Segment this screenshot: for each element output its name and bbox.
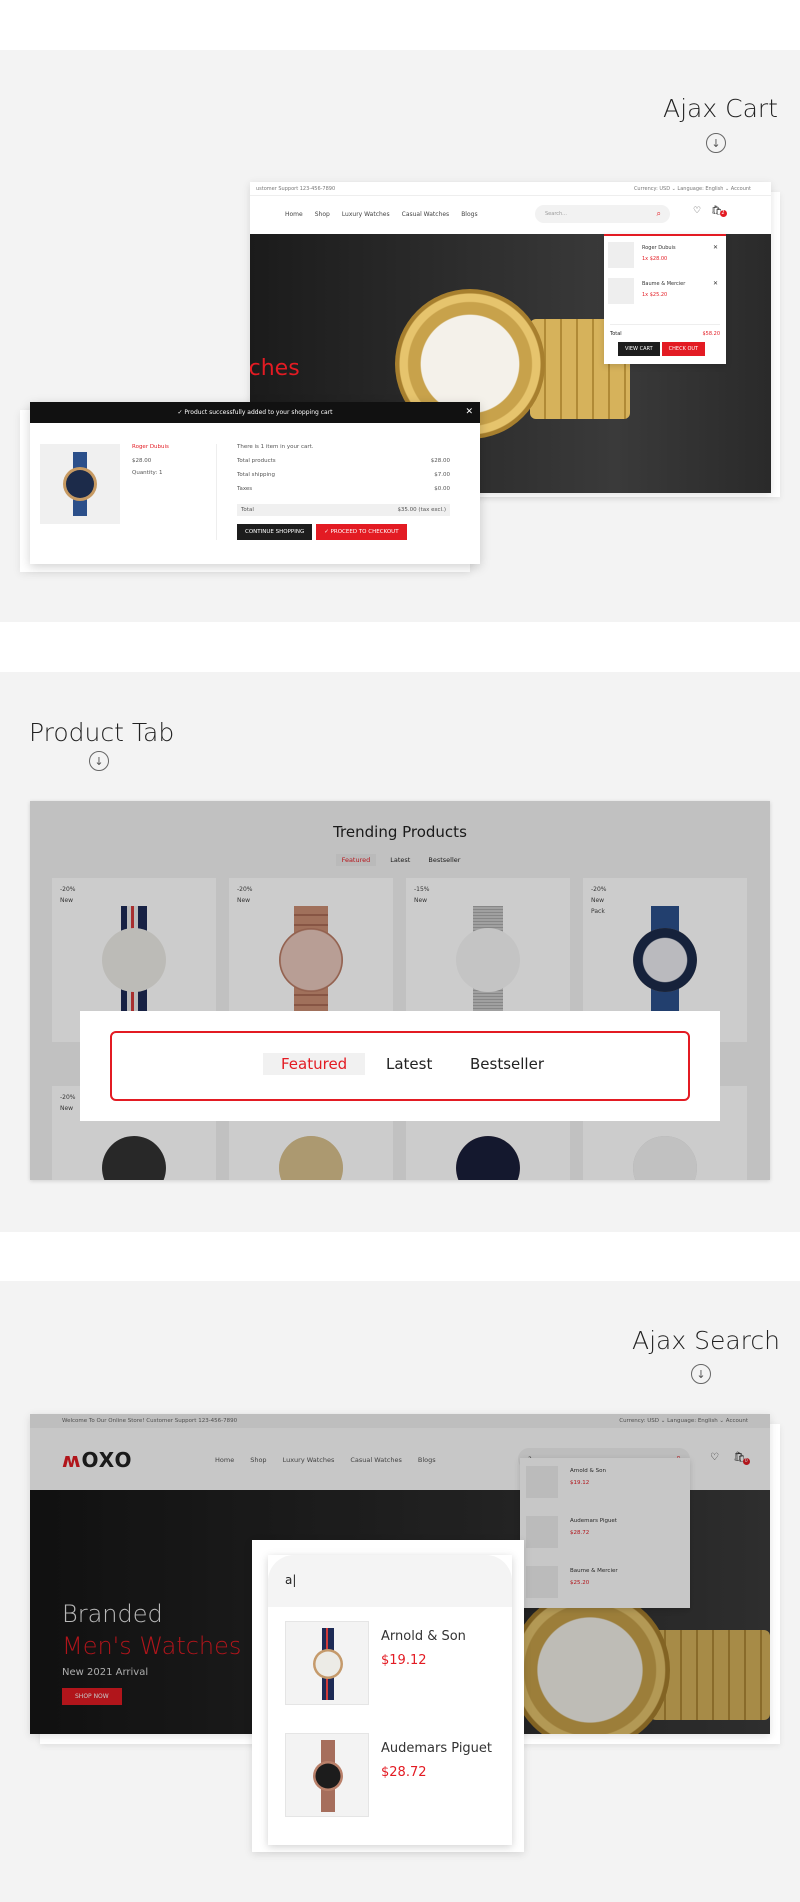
watch-icon [313,1628,343,1700]
total-value: $58.20 [702,331,721,337]
topbar-settings[interactable]: Currency: USD ⌄ Language: English ⌄ Acco… [634,186,751,192]
modal-header: ✓ Product successfully added to your sho… [30,402,480,423]
checkout-button[interactable]: CHECK OUT [661,342,706,356]
tab-bestseller-zoom[interactable]: Bestseller [470,1055,544,1073]
search-input[interactable]: Search... ⌕ [535,205,670,223]
product-price: $28.00 [132,458,152,464]
view-cart-button[interactable]: VIEW CART [618,342,660,356]
cart-summary-text: There is 1 item in your cart. [237,444,314,450]
tab-latest-zoom[interactable]: Latest [386,1055,432,1073]
row-label: Total products [237,458,276,464]
added-to-cart-modal: ✓ Product successfully added to your sho… [30,402,480,564]
product-tab-screenshot: Trending Products Featured Latest Bestse… [30,801,770,1180]
result-name: Audemars Piguet [381,1741,493,1756]
product-thumbnail [285,1733,369,1817]
search-zoom-panel: a| Arnold & Son $19.12 Audemars Piguet $… [268,1555,512,1845]
total-value: $35.00 (tax excl.) [397,507,446,513]
row-label: Taxes [237,486,253,492]
item-price: 1x $25.20 [642,292,668,298]
support-text: ustomer Support 123-456-7890 [256,186,336,192]
remove-icon[interactable]: ✕ [713,280,718,287]
mini-cart-item: Roger Dubuis 1x $28.00 ✕ [608,242,720,272]
search-result[interactable]: Audemars Piguet $28.72 [285,1733,505,1823]
nav-shop[interactable]: Shop [315,211,330,218]
continue-shopping-button[interactable]: CONTINUE SHOPPING [237,524,313,540]
cart-icon[interactable]: 🛍 2 [711,206,727,217]
ajax-cart-title: Ajax Cart [663,94,778,123]
product-quantity: Quantity: 1 [132,470,163,476]
row-value: $0.00 [434,486,450,492]
modal-product-info: Roger Dubuis $28.00 Quantity: 1 [132,444,169,482]
modal-summary: There is 1 item in your cart. Total prod… [216,444,450,540]
summary-row: Total shipping $7.00 [237,472,450,486]
result-name: Arnold & Son [381,1629,466,1644]
watch-icon [63,452,97,516]
product-thumbnail[interactable] [608,278,634,304]
proceed-checkout-button[interactable]: ✓ PROCEED TO CHECKOUT [316,524,407,540]
watch-icon [313,1740,343,1812]
summary-row: Taxes $0.00 [237,486,450,500]
arrow-down-circle-icon: ↓ [691,1364,711,1384]
nav-home[interactable]: Home [285,211,303,218]
item-name[interactable]: Roger Dubuis [642,245,676,251]
heart-icon[interactable]: ♡ [693,206,701,216]
product-thumbnail[interactable] [608,242,634,268]
item-name[interactable]: Baume & Mercier [642,281,685,287]
row-value: $28.00 [430,458,450,464]
modal-header-text: Product successfully added to your shopp… [184,409,333,416]
mini-cart-item: Baume & Mercier 1x $25.20 ✕ [608,278,720,308]
nav-blogs[interactable]: Blogs [461,211,477,218]
search-query: a| [285,1573,297,1587]
summary-row: Total products $28.00 [237,458,450,472]
mini-cart-total: Total $58.20 [610,324,720,337]
search-result[interactable]: Arnold & Son $19.12 [285,1621,505,1711]
nav-luxury[interactable]: Luxury Watches [342,211,390,218]
search-placeholder: Search... [545,211,567,217]
ajax-search-title: Ajax Search [632,1326,780,1355]
row-value: $7.00 [434,472,450,478]
arrow-down-circle-icon: ↓ [706,133,726,153]
close-icon[interactable]: ✕ [465,402,473,423]
summary-total: Total $35.00 (tax excl.) [237,504,450,516]
product-thumbnail [285,1621,369,1705]
total-label: Total [241,507,254,513]
dim-overlay [30,801,770,1180]
product-tab-title: Product Tab [29,718,175,747]
result-price: $19.12 [381,1653,427,1668]
remove-icon[interactable]: ✕ [713,244,718,251]
header-icons: ♡ 🛍 2 [693,206,727,217]
topbar: ustomer Support 123-456-7890 Currency: U… [250,182,771,196]
hero-title-fragment: tches [250,356,300,381]
product-name: Roger Dubuis [132,444,169,450]
cart-count-badge: 2 [719,210,727,217]
result-price: $28.72 [381,1765,427,1780]
total-label: Total [610,331,622,337]
proceed-label: PROCEED TO CHECKOUT [330,529,399,535]
item-price: 1x $28.00 [642,256,668,262]
search-icon[interactable]: ⌕ [657,209,661,219]
row-label: Total shipping [237,472,275,478]
mini-cart-dropdown: Roger Dubuis 1x $28.00 ✕ Baume & Mercier… [604,234,726,364]
arrow-down-circle-icon: ↓ [89,751,109,771]
nav-casual[interactable]: Casual Watches [402,211,450,218]
search-input-zoom[interactable]: a| [268,1555,512,1607]
product-image [40,444,120,524]
tab-featured-zoom[interactable]: Featured [263,1053,366,1075]
